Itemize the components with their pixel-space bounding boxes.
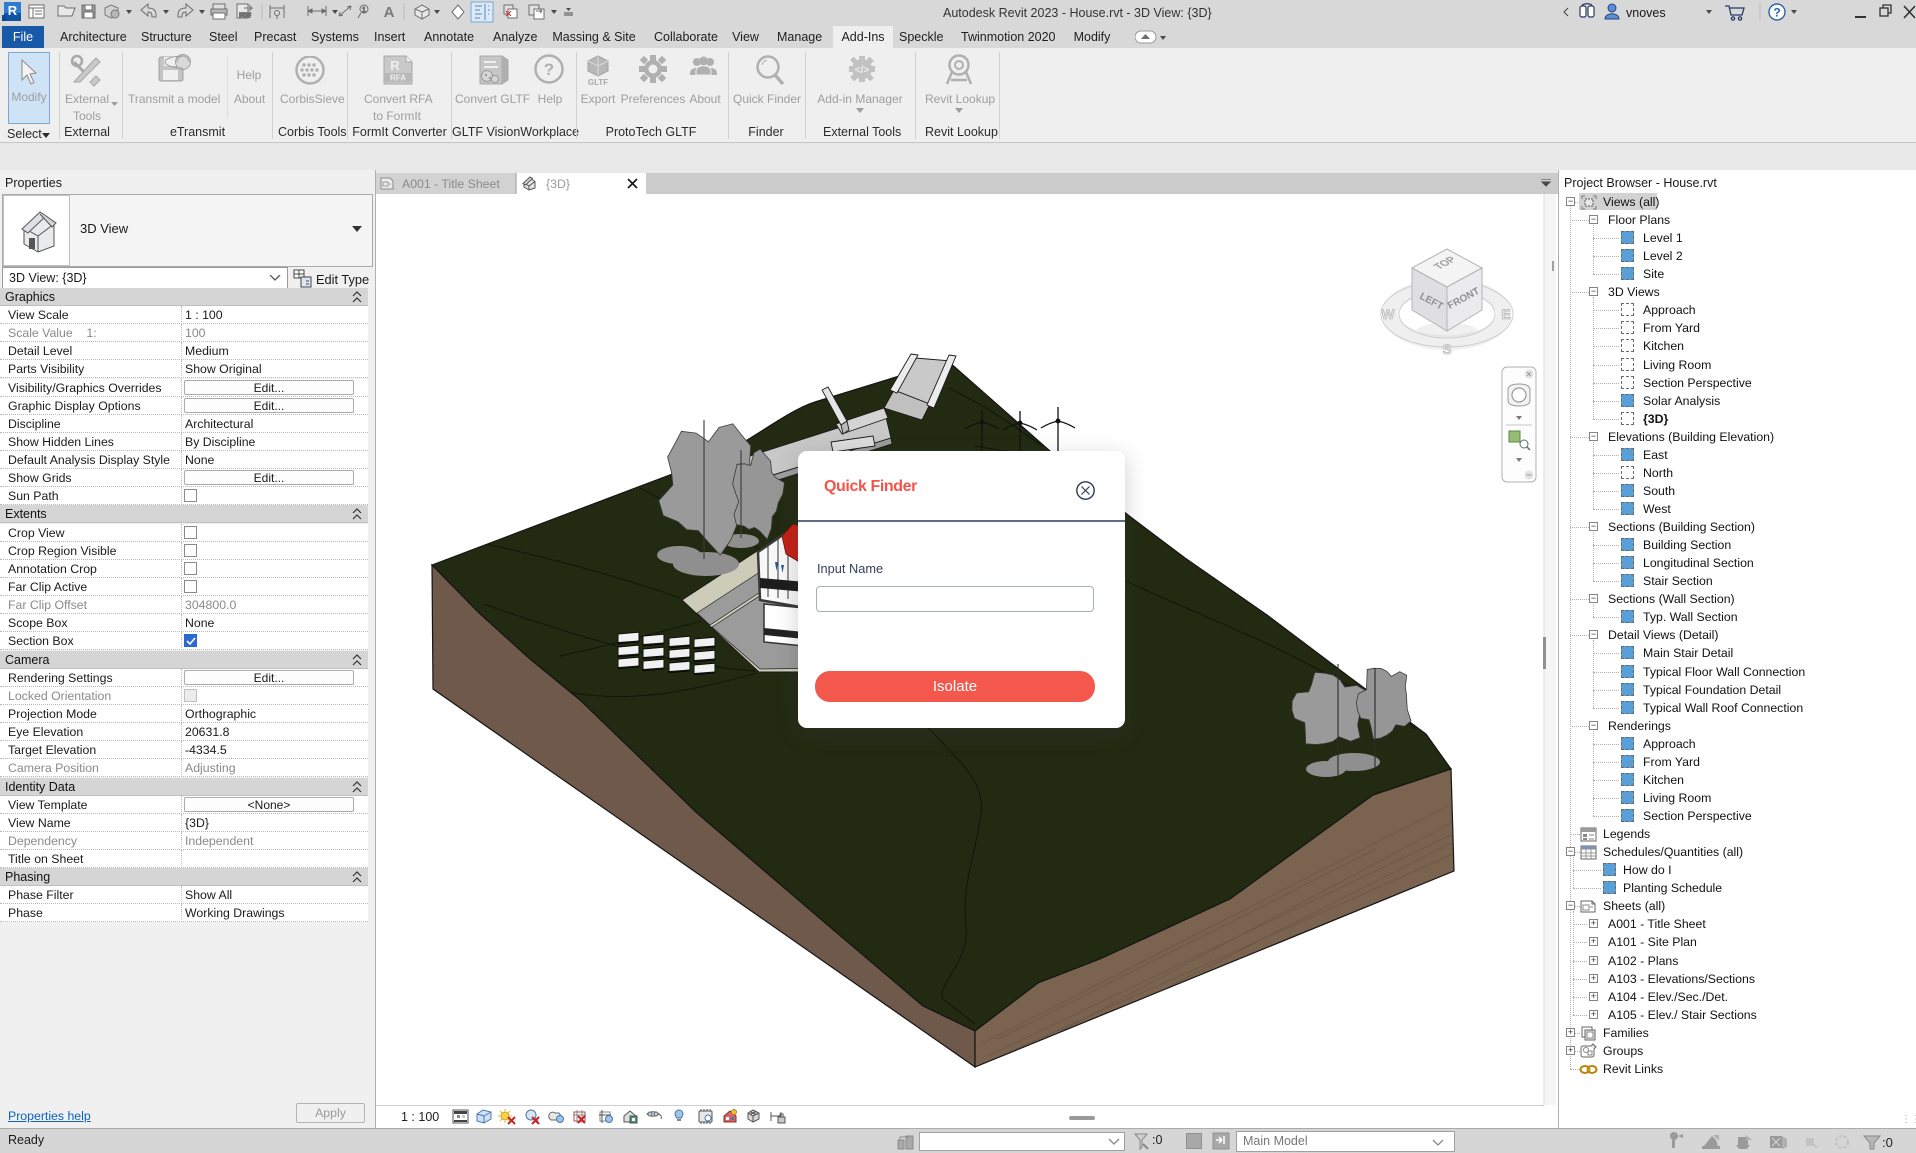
svg-text::0: :0	[1882, 1135, 1893, 1150]
svg-text:R: R	[390, 58, 400, 73]
svg-text:GLTF: GLTF	[588, 78, 608, 87]
svg-text:</>: </>	[855, 65, 870, 76]
svg-text:RFA: RFA	[390, 74, 406, 83]
svg-text:?: ?	[544, 60, 554, 79]
svg-text:A: A	[384, 4, 395, 21]
svg-text:vnoves: vnoves	[1626, 6, 1666, 20]
svg-text:W: W	[1381, 306, 1395, 322]
svg-text:PDF: PDF	[239, 14, 251, 20]
svg-text:R: R	[8, 3, 18, 18]
svg-text:?: ?	[1773, 6, 1780, 20]
svg-text:1: 1	[362, 7, 366, 14]
svg-text:S: S	[1442, 341, 1451, 357]
svg-text:E: E	[1501, 306, 1510, 322]
